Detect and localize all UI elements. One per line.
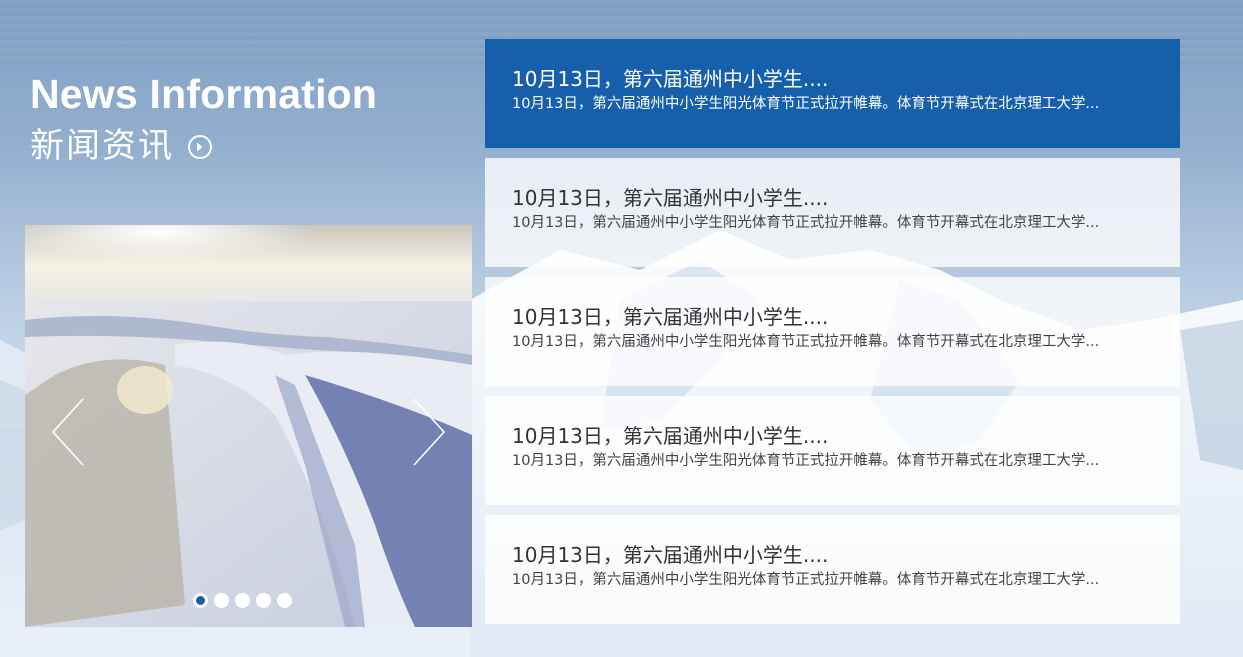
carousel-dot[interactable]	[277, 593, 292, 608]
carousel-dot[interactable]	[193, 593, 208, 608]
section-title-cn: 新闻资讯	[30, 126, 174, 166]
news-title[interactable]: 10月13日，第六届通州中小学生....	[512, 423, 1154, 449]
news-list: 10月13日，第六届通州中小学生.... 10月13日，第六届通州中小学生阳光体…	[485, 39, 1180, 634]
carousel-image	[25, 225, 472, 627]
news-title[interactable]: 10月13日，第六届通州中小学生....	[512, 185, 1154, 211]
news-title[interactable]: 10月13日，第六届通州中小学生....	[512, 304, 1154, 330]
news-summary: 10月13日，第六届通州中小学生阳光体育节正式拉开帷幕。体育节开幕式在北京理工大…	[512, 572, 1100, 588]
section-heading: News Information 新闻资讯	[30, 72, 450, 168]
carousel-dot[interactable]	[256, 593, 271, 608]
carousel-dot[interactable]	[235, 593, 250, 608]
news-item[interactable]: 10月13日，第六届通州中小学生.... 10月13日，第六届通州中小学生阳光体…	[485, 277, 1180, 386]
circle-chevron-right-icon[interactable]	[188, 135, 212, 159]
news-title[interactable]: 10月13日，第六届通州中小学生....	[512, 542, 1154, 568]
news-item[interactable]: 10月13日，第六届通州中小学生.... 10月13日，第六届通州中小学生阳光体…	[485, 515, 1180, 624]
news-item[interactable]: 10月13日，第六届通州中小学生.... 10月13日，第六届通州中小学生阳光体…	[485, 158, 1180, 267]
news-summary: 10月13日，第六届通州中小学生阳光体育节正式拉开帷幕。体育节开幕式在北京理工大…	[512, 453, 1100, 469]
carousel-pagination	[193, 593, 292, 608]
news-title[interactable]: 10月13日，第六届通州中小学生....	[512, 66, 1154, 92]
chevron-right-icon[interactable]	[408, 397, 448, 467]
news-summary: 10月13日，第六届通州中小学生阳光体育节正式拉开帷幕。体育节开幕式在北京理工大…	[512, 215, 1100, 231]
image-carousel[interactable]	[25, 225, 472, 627]
section-title-en: News Information	[30, 71, 378, 117]
news-summary: 10月13日，第六届通州中小学生阳光体育节正式拉开帷幕。体育节开幕式在北京理工大…	[512, 334, 1100, 350]
chevron-left-icon[interactable]	[49, 397, 89, 467]
news-item[interactable]: 10月13日，第六届通州中小学生.... 10月13日，第六届通州中小学生阳光体…	[485, 39, 1180, 148]
carousel-dot[interactable]	[214, 593, 229, 608]
news-summary: 10月13日，第六届通州中小学生阳光体育节正式拉开帷幕。体育节开幕式在北京理工大…	[512, 96, 1100, 112]
news-item[interactable]: 10月13日，第六届通州中小学生.... 10月13日，第六届通州中小学生阳光体…	[485, 396, 1180, 505]
